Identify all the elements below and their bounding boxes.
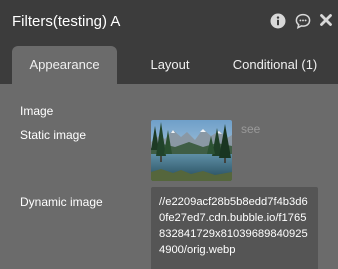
tab-layout[interactable]: Layout — [128, 46, 212, 84]
image-section-label: Image — [20, 104, 54, 118]
info-icon[interactable] — [270, 13, 286, 29]
panel-header: Filters(testing) A — [0, 0, 338, 44]
tab-conditional[interactable]: Conditional (1) — [222, 46, 328, 84]
tab-bar: Appearance Layout Conditional (1) — [0, 44, 338, 84]
static-image-thumbnail[interactable] — [151, 120, 232, 181]
tab-appearance[interactable]: Appearance — [12, 46, 117, 84]
property-editor-panel: Filters(testing) A Appearance Layout Con… — [0, 0, 338, 269]
static-image-label: Static image — [20, 128, 87, 142]
dynamic-image-label: Dynamic image — [20, 195, 103, 209]
dynamic-image-field[interactable]: //e2209acf28b5b8edd7f4b3d60fe27ed7.cdn.b… — [151, 187, 318, 269]
element-title: Filters(testing) A — [12, 13, 121, 30]
close-icon[interactable] — [319, 13, 335, 29]
see-image-link[interactable]: see — [241, 122, 260, 136]
chat-icon[interactable] — [295, 13, 311, 29]
